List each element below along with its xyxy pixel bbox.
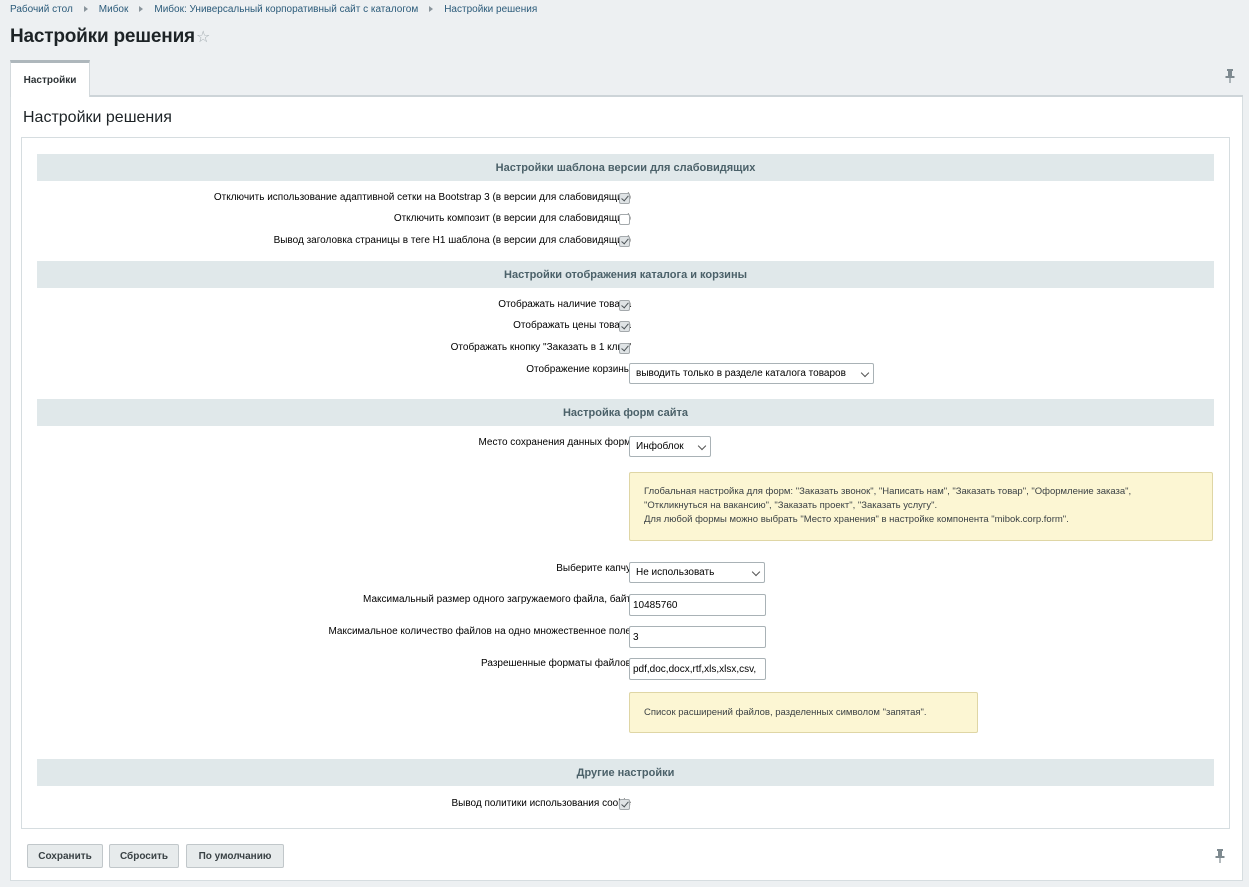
checkbox-show-stock[interactable] bbox=[619, 300, 630, 311]
chevron-down-icon bbox=[751, 567, 761, 577]
max-file-size-input[interactable]: 10485760 bbox=[629, 594, 766, 616]
breadcrumb-link-mibok[interactable]: Мибок bbox=[99, 4, 129, 15]
section-header-other: Другие настройки bbox=[37, 759, 1214, 786]
section-header-forms: Настройка форм сайта bbox=[37, 399, 1214, 426]
tab-settings[interactable]: Настройки bbox=[10, 60, 90, 97]
default-button[interactable]: По умолчанию bbox=[186, 844, 284, 868]
label-show-prices: Отображать цены товара bbox=[513, 320, 631, 331]
label-cart-display: Отображение корзины bbox=[526, 364, 631, 375]
note-line: Для любой формы можно выбрать "Место хра… bbox=[644, 514, 1069, 525]
label-file-formats: Разрешенные форматы файлов bbox=[481, 658, 631, 669]
form-storage-value: Инфоблок bbox=[636, 441, 684, 452]
pin-icon[interactable] bbox=[1214, 848, 1226, 864]
page-title: Настройки решения bbox=[10, 26, 195, 47]
chevron-down-icon bbox=[860, 368, 870, 378]
checkbox-show-prices[interactable] bbox=[619, 321, 630, 332]
label-show-stock: Отображать наличие товара bbox=[498, 299, 631, 310]
cart-display-select[interactable]: выводить только в разделе каталога товар… bbox=[629, 363, 874, 384]
breadcrumb-link-desktop[interactable]: Рабочий стол bbox=[10, 4, 73, 15]
info-note-forms: Глобальная настройка для форм: "Заказать… bbox=[629, 472, 1213, 541]
star-icon[interactable]: ☆ bbox=[196, 29, 210, 47]
label-cookie-policy: Вывод политики использования cookie bbox=[451, 798, 632, 809]
note-line: Глобальная настройка для форм: "Заказать… bbox=[644, 486, 1132, 497]
breadcrumb-link-current[interactable]: Настройки решения bbox=[444, 4, 537, 15]
label-disable-bootstrap: Отключить использование адаптивной сетки… bbox=[213, 192, 631, 203]
checkbox-disable-composite[interactable] bbox=[619, 214, 630, 225]
label-max-file-count: Максимальное количество файлов на одно м… bbox=[328, 626, 631, 637]
form-storage-select[interactable]: Инфоблок bbox=[629, 436, 711, 457]
breadcrumb: Рабочий стол Мибок Мибок: Универсальный … bbox=[10, 3, 537, 15]
save-button[interactable]: Сохранить bbox=[27, 844, 103, 868]
panel-title: Настройки решения bbox=[23, 109, 172, 126]
file-formats-input[interactable]: pdf,doc,docx,rtf,xls,xlsx,csv, bbox=[629, 658, 766, 680]
checkbox-h1-title[interactable] bbox=[619, 236, 630, 247]
reset-button[interactable]: Сбросить bbox=[109, 844, 179, 868]
chevron-right-icon bbox=[429, 6, 434, 12]
captcha-select[interactable]: Не использовать bbox=[629, 562, 765, 583]
checkbox-one-click[interactable] bbox=[619, 343, 630, 354]
max-file-count-input[interactable]: 3 bbox=[629, 626, 766, 648]
chevron-right-icon bbox=[83, 6, 88, 12]
settings-panel: Настройки решения Настройки шаблона верс… bbox=[10, 97, 1243, 881]
settings-form: Настройки шаблона версии для слабовидящи… bbox=[21, 137, 1230, 829]
info-note-formats: Список расширений файлов, разделенных си… bbox=[629, 692, 978, 733]
chevron-down-icon bbox=[697, 441, 707, 451]
tab-strip: Настройки bbox=[10, 60, 1243, 97]
breadcrumb-link-solution[interactable]: Мибок: Универсальный корпоративный сайт … bbox=[154, 4, 418, 15]
pin-icon[interactable] bbox=[1224, 68, 1236, 84]
note-line: "Откликнуться на вакансию", "Заказать пр… bbox=[644, 500, 938, 511]
cart-display-value: выводить только в разделе каталога товар… bbox=[636, 368, 846, 379]
label-form-storage: Место сохранения данных форм bbox=[478, 437, 631, 448]
checkbox-cookie-policy[interactable] bbox=[619, 799, 630, 810]
chevron-right-icon bbox=[139, 6, 144, 12]
label-disable-composite: Отключить композит (в версии для слабови… bbox=[393, 213, 631, 224]
section-header-catalog: Настройки отображения каталога и корзины bbox=[37, 261, 1214, 288]
note-line: Список расширений файлов, разделенных си… bbox=[644, 706, 927, 718]
label-one-click: Отображать кнопку "Заказать в 1 клик" bbox=[450, 342, 631, 353]
captcha-value: Не использовать bbox=[636, 567, 715, 578]
label-captcha: Выберите капчу bbox=[556, 563, 631, 574]
label-max-file-size: Максимальный размер одного загружаемого … bbox=[363, 594, 631, 605]
section-header-accessibility: Настройки шаблона версии для слабовидящи… bbox=[37, 154, 1214, 181]
label-h1-title: Вывод заголовка страницы в теге H1 шабло… bbox=[273, 235, 631, 246]
checkbox-disable-bootstrap[interactable] bbox=[619, 193, 630, 204]
